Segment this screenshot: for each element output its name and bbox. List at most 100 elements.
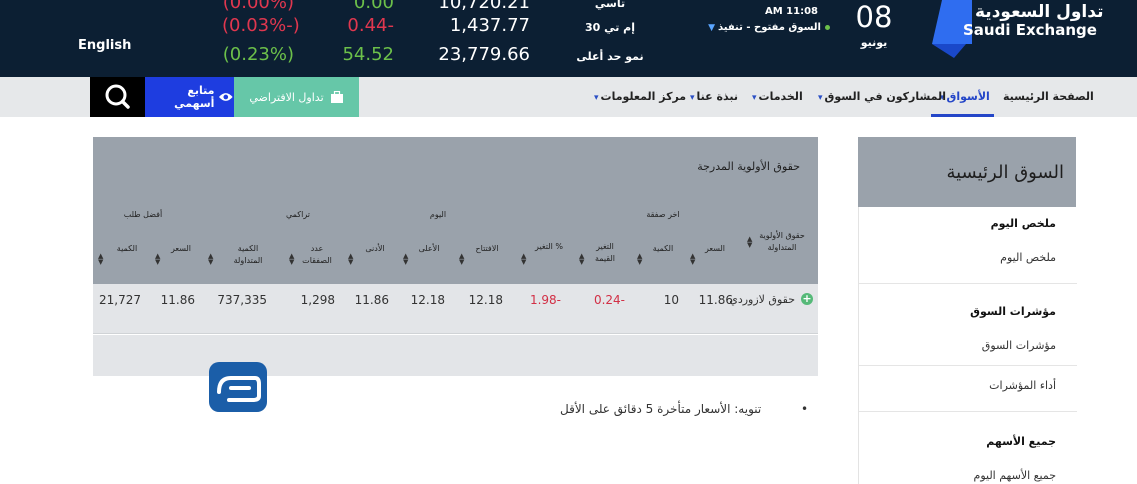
- nav-about[interactable]: نبذة عنا▾: [690, 90, 738, 103]
- virtual-trading-button[interactable]: تداول الافتراضي: [234, 77, 359, 117]
- table-row[interactable]: + حقوق لازوردي 11.86 10 0.24- 1.98- 12.1…: [93, 284, 818, 334]
- chevron-down-icon: ▾: [818, 93, 823, 103]
- col-header-change-pct[interactable]: % التغير: [531, 241, 567, 253]
- sidebar-divider: [859, 283, 1077, 284]
- market-status[interactable]: السوق مفتوح - تنفيذ▼: [705, 22, 830, 33]
- market-status-text: السوق مفتوح - تنفيذ: [717, 22, 821, 33]
- sidebar-divider: [859, 365, 1077, 366]
- top-header: (0.00%) 0.00 10,720.21 تاسي English (0.0…: [0, 0, 1137, 77]
- panel-header: حقوق الأولوية المدرجة: [93, 137, 818, 198]
- nav-services[interactable]: الخدمات▾: [752, 90, 803, 103]
- table-empty-row: [93, 335, 818, 376]
- sort-icon[interactable]: ▲ ▼: [637, 253, 642, 266]
- sidebar-header: السوق الرئيسية: [858, 137, 1076, 207]
- sidebar-group-heading: ملخص اليوم: [990, 217, 1056, 230]
- sort-icon[interactable]: ▲ ▼: [208, 253, 213, 266]
- ticker-value-partial: 10,720.21: [438, 0, 530, 13]
- sort-icon[interactable]: ▲ ▼: [289, 253, 294, 266]
- col-header-change-value[interactable]: التغير القيمة: [587, 241, 623, 265]
- cell-bid-price: 11.86: [160, 293, 195, 307]
- watermark-logo-icon: [209, 362, 267, 412]
- language-switch[interactable]: English: [78, 38, 131, 53]
- row-name[interactable]: حقوق لازوردي: [725, 292, 795, 308]
- expand-row-icon[interactable]: +: [801, 293, 813, 305]
- col-header-name[interactable]: حقوق الأولوية المتداولة: [753, 230, 811, 254]
- ticker-pct-partial: (0.00%): [222, 0, 294, 13]
- bullet-icon: •: [801, 402, 809, 416]
- sort-icon[interactable]: ▲ ▼: [747, 236, 752, 249]
- ticker-label[interactable]: نمو حد أعلى: [570, 50, 650, 63]
- sort-icon[interactable]: ▲ ▼: [155, 253, 160, 266]
- sidebar-item-all-stocks[interactable]: جميع الأسهم اليوم: [974, 469, 1056, 482]
- table-header: اخر صفقة اليوم تراكمي أفضل طلب حقوق الأو…: [93, 198, 818, 284]
- ticker-change: 0.44-: [347, 15, 394, 36]
- group-header-cumulative: تراكمي: [286, 210, 310, 219]
- ticker-change-partial: 0.00: [353, 0, 394, 13]
- watchlist-label: متابع أسهمي: [174, 84, 215, 110]
- market-time: AM 11:08: [764, 6, 818, 17]
- ticker-change: 54.52: [342, 44, 394, 65]
- sort-icon[interactable]: ▲ ▼: [521, 253, 526, 266]
- cell-open: 12.18: [468, 293, 503, 307]
- col-header-price[interactable]: السعر: [697, 243, 733, 255]
- eye-icon: [219, 93, 234, 101]
- watchlist-button[interactable]: متابع أسهمي: [145, 77, 234, 117]
- col-header-open[interactable]: الافتتاح: [467, 243, 507, 255]
- nav-info-center[interactable]: مركز المعلومات▾: [594, 90, 686, 103]
- search-button[interactable]: [90, 77, 145, 117]
- ticker-pct: (0.23%): [222, 44, 294, 65]
- date-month: يونيو: [860, 36, 888, 49]
- sort-icon[interactable]: ▲ ▼: [98, 253, 103, 266]
- ticker-value: 23,779.66: [438, 44, 530, 65]
- nav-markets[interactable]: الأسواق▾: [940, 90, 990, 103]
- virtual-trading-label: تداول الافتراضي: [249, 90, 324, 104]
- sidebar-item-daily-summary[interactable]: ملخص اليوم: [1000, 251, 1056, 264]
- sort-icon[interactable]: ▲ ▼: [459, 253, 464, 266]
- cell-trades: 1,298: [300, 293, 335, 307]
- col-header-low[interactable]: الأدنى: [355, 243, 395, 255]
- col-header-traded-qty[interactable]: الكمية المتداولة: [223, 243, 273, 267]
- sort-icon[interactable]: ▲ ▼: [403, 253, 408, 266]
- cell-price: 11.86: [698, 293, 733, 307]
- logo-text-en: Saudi Exchange: [963, 21, 1097, 39]
- cell-bid-qty: 21,727: [99, 293, 141, 307]
- delay-notice: تنويه: الأسعار متأخرة 5 دقائق على الأقل: [560, 402, 762, 416]
- chevron-down-icon: ▼: [708, 23, 715, 33]
- cell-change-pct: 1.98-: [529, 293, 561, 307]
- cell-high: 12.18: [410, 293, 445, 307]
- cell-change-value: 0.24-: [593, 293, 625, 307]
- nav-home[interactable]: الصفحة الرئيسية: [1003, 90, 1094, 103]
- ticker-value: 1,437.77: [449, 15, 530, 36]
- active-nav-indicator: [931, 114, 994, 117]
- ticker-label[interactable]: إم تي 30: [570, 21, 650, 34]
- chevron-down-icon: ▾: [690, 93, 695, 103]
- page-title: حقوق الأولوية المدرجة: [697, 160, 800, 173]
- sidebar-divider: [859, 411, 1077, 412]
- sort-icon[interactable]: ▲ ▼: [348, 253, 353, 266]
- sidebar: ملخص اليوم ملخص اليوم مؤشرات السوق مؤشرا…: [858, 207, 1077, 484]
- group-header-best-bid: أفضل طلب: [123, 210, 163, 219]
- col-header-high[interactable]: الأعلى: [409, 243, 449, 255]
- chevron-down-icon: ▾: [752, 93, 757, 103]
- nav-participants[interactable]: المشاركون في السوق▾: [818, 90, 946, 103]
- col-header-bid-price[interactable]: السعر: [163, 243, 199, 255]
- cell-traded-qty: 737,335: [217, 293, 267, 307]
- briefcase-icon: [330, 90, 343, 103]
- search-icon: [105, 84, 130, 109]
- logo-text-ar: تداول السعودية: [975, 2, 1104, 22]
- cell-qty: 10: [663, 293, 679, 307]
- col-header-bid-qty[interactable]: الكمية: [109, 243, 145, 255]
- main-nav: متابع أسهمي تداول الافتراضي الصفحة الرئي…: [0, 77, 1137, 117]
- col-header-trades[interactable]: عدد الصفقات: [297, 243, 337, 267]
- date-day: 08: [855, 0, 893, 34]
- group-header-today: اليوم: [429, 210, 447, 219]
- chevron-down-icon: ▾: [594, 93, 599, 103]
- sort-icon[interactable]: ▲ ▼: [690, 253, 695, 266]
- sidebar-item-index-performance[interactable]: أداء المؤشرات: [989, 379, 1056, 392]
- sidebar-group-heading: جميع الأسهم: [986, 435, 1056, 448]
- col-header-qty[interactable]: الكمية: [645, 243, 681, 255]
- status-dot-icon: [825, 24, 830, 30]
- group-header-last-trade: اخر صفقة: [646, 210, 680, 219]
- sidebar-item-market-indices[interactable]: مؤشرات السوق: [982, 339, 1056, 352]
- sort-icon[interactable]: ▲ ▼: [579, 253, 584, 266]
